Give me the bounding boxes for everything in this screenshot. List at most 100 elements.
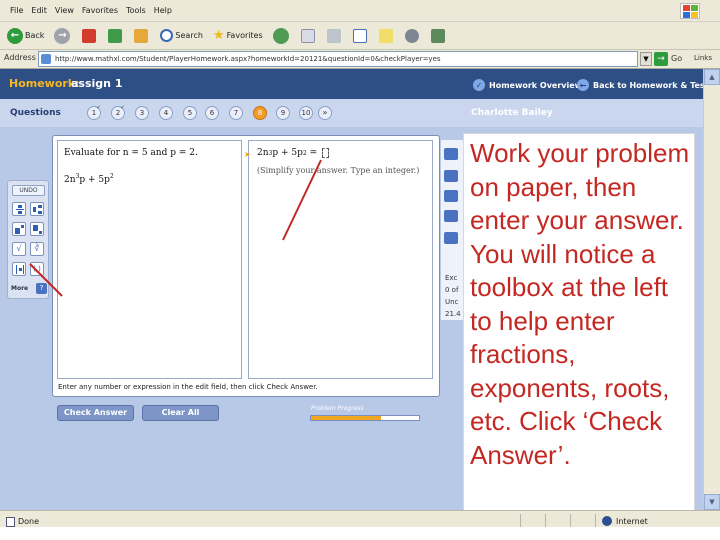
status-divider — [595, 514, 596, 528]
print-button[interactable] — [324, 25, 346, 47]
internet-zone-icon — [602, 516, 612, 526]
address-dropdown-icon[interactable]: ▼ — [640, 52, 652, 66]
refresh-icon — [108, 28, 123, 43]
square-root-tool-icon[interactable]: √ — [12, 242, 26, 256]
home-button[interactable] — [131, 25, 153, 47]
browser-toolbar: ← Back → Search ★ Favorites — [0, 22, 720, 50]
status-divider — [520, 514, 521, 528]
refresh-button[interactable] — [105, 25, 127, 47]
question-1-button[interactable]: 1 ✓ — [87, 104, 101, 120]
research-button[interactable] — [428, 25, 450, 47]
undo-button[interactable]: UNDO — [12, 185, 45, 196]
vertical-scrollbar[interactable]: ▲ ▼ — [703, 69, 720, 510]
side-text: 21.4 — [445, 310, 461, 318]
next-questions-icon[interactable]: » — [318, 106, 332, 120]
question-6-button[interactable]: 6 — [205, 106, 219, 120]
side-tool-icon[interactable] — [444, 170, 458, 182]
scroll-down-icon[interactable]: ▼ — [704, 494, 720, 510]
side-tool-icon[interactable] — [444, 190, 458, 202]
questions-label: Questions — [10, 108, 61, 118]
scroll-up-icon[interactable]: ▲ — [704, 69, 720, 85]
favorites-button[interactable]: ★ Favorites — [210, 25, 266, 47]
links-label[interactable]: Links — [694, 54, 712, 62]
side-tool-icon[interactable] — [444, 148, 458, 160]
absolute-value-tool-icon[interactable] — [12, 262, 26, 276]
menu-tools[interactable]: Tools — [126, 6, 146, 15]
question-number: 7 — [233, 109, 239, 117]
clear-all-button[interactable]: Clear All — [142, 405, 219, 421]
more-tools-button[interactable]: More — [11, 285, 28, 292]
math-toolbox: UNDO √ ∛ ( ) More ? — [7, 180, 49, 299]
question-10-button[interactable]: 10 — [299, 106, 313, 120]
back-button[interactable]: ← Back — [4, 25, 47, 47]
side-tool-icon[interactable] — [444, 232, 458, 244]
star-icon: ★ — [212, 28, 225, 43]
side-text: 0 of — [445, 286, 459, 294]
question-3-button[interactable]: 3 — [135, 106, 149, 120]
forward-button[interactable]: → — [51, 25, 75, 47]
problem-progress-label: Problem Progress — [311, 405, 364, 412]
discuss-button[interactable] — [376, 25, 398, 47]
status-text: Done — [18, 517, 40, 526]
homework-title: Homework: — [9, 77, 80, 90]
go-button[interactable]: Go — [671, 54, 682, 63]
completed-check-icon: ✓ — [120, 104, 126, 111]
research-icon — [430, 28, 445, 43]
menu-help[interactable]: Help — [154, 6, 172, 15]
question-number: 6 — [209, 109, 215, 117]
menu-bar: File Edit View Favorites Tools Help — [0, 0, 720, 22]
question-bar: Questions 1 ✓ 2 ✓ 3 4 5 6 7 8 9 10 » — [0, 99, 720, 127]
edit-button[interactable] — [350, 25, 372, 47]
messenger-button[interactable] — [402, 25, 424, 47]
back-to-homework-label: Back to Homework & Tests — [593, 80, 714, 90]
mail-icon — [300, 28, 315, 43]
help-button[interactable]: ? — [36, 283, 47, 294]
go-arrow-icon[interactable]: → — [654, 52, 668, 66]
assignment-name: assign 1 — [71, 77, 123, 90]
search-button[interactable]: Search — [157, 25, 205, 47]
side-text: Unc — [445, 298, 459, 306]
windows-logo-icon — [680, 3, 700, 19]
exercise-prompt: Evaluate for n = 5 and p = 2. — [64, 148, 198, 158]
side-tool-icon[interactable] — [444, 210, 458, 222]
problem-progress-bar — [310, 415, 420, 421]
history-icon — [272, 27, 289, 44]
homework-overview-link[interactable]: ✓ Homework Overview — [473, 79, 582, 91]
back-to-homework-link[interactable]: ← Back to Homework & Tests — [577, 79, 713, 91]
question-7-button[interactable]: 7 — [229, 106, 243, 120]
status-divider — [570, 514, 571, 528]
question-2-button[interactable]: 2 ✓ — [111, 104, 125, 120]
callout-text: Work your problem on paper, then enter y… — [470, 138, 690, 470]
answer-middle: p + 5p — [272, 148, 303, 158]
check-answer-button[interactable]: Check Answer — [57, 405, 134, 421]
back-label: Back — [25, 31, 45, 40]
subscript-tool-icon[interactable] — [30, 222, 44, 236]
menu-file[interactable]: File — [10, 6, 23, 15]
home-icon — [134, 28, 149, 43]
mail-button[interactable] — [298, 25, 320, 47]
problem-progress-fill — [311, 416, 382, 420]
menu-edit[interactable]: Edit — [31, 6, 47, 15]
menu-favorites[interactable]: Favorites — [82, 6, 118, 15]
address-input[interactable]: http://www.mathxl.com/Student/PlayerHome… — [38, 51, 638, 67]
question-4-button[interactable]: 4 — [159, 106, 173, 120]
question-5-button[interactable]: 5 — [183, 106, 197, 120]
expr-middle: p + 5p — [79, 175, 110, 185]
question-9-button[interactable]: 9 — [276, 106, 290, 120]
nth-root-tool-icon[interactable]: ∛ — [30, 242, 44, 256]
parentheses-tool-icon[interactable]: ( ) — [30, 262, 44, 276]
exercise-expression: 2n3p + 5p2 — [64, 173, 114, 185]
menu-view[interactable]: View — [55, 6, 74, 15]
homework-overview-label: Homework Overview — [489, 80, 583, 90]
address-label: Address — [4, 53, 36, 62]
mixed-number-tool-icon[interactable] — [30, 202, 44, 216]
back-arrow-icon: ← — [577, 79, 589, 91]
answer-input[interactable] — [321, 148, 329, 158]
question-8-button[interactable]: 8 — [253, 106, 267, 120]
history-button[interactable] — [270, 25, 294, 47]
instruction-text: Enter any number or expression in the ed… — [58, 383, 318, 391]
fraction-tool-icon[interactable] — [12, 202, 26, 216]
stop-button[interactable] — [79, 25, 101, 47]
exponent-tool-icon[interactable] — [12, 222, 26, 236]
answer-coef: 2n — [257, 148, 269, 158]
